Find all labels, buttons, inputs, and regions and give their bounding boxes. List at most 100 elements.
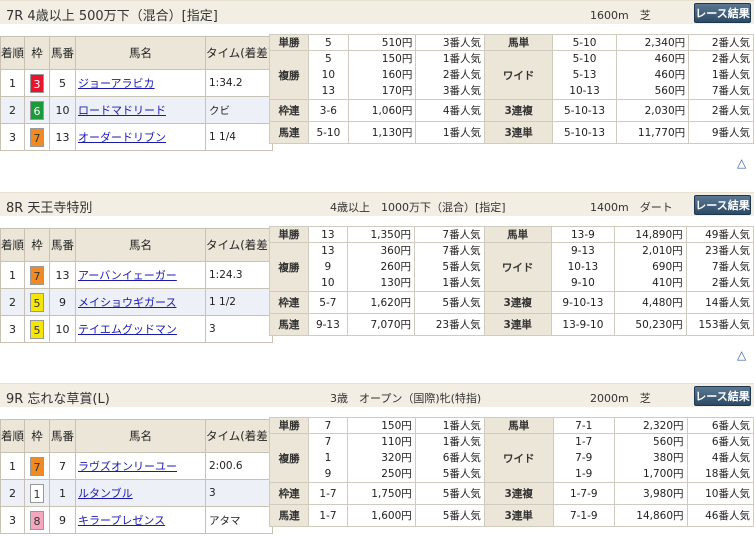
header-number: 馬番 — [49, 36, 76, 70]
trifecta-amount: 50,230円 — [614, 313, 687, 336]
place-popularity: 1番人気 — [442, 53, 482, 65]
quinella-number: 9-13 — [307, 313, 349, 336]
waku-badge: 1 — [30, 483, 44, 503]
page-top-arrow-icon[interactable]: △ — [737, 348, 746, 362]
waku-badge: 7 — [30, 265, 44, 285]
trio-popularity: 14番人気 — [685, 291, 754, 314]
race-results-button[interactable]: レース結果 — [694, 386, 751, 406]
horse-number: 1 — [49, 479, 76, 507]
horse-name-link[interactable]: テイエムグッドマン — [78, 323, 177, 336]
bracket-quinella-number: 1-7 — [308, 482, 348, 505]
finish-time: 1 1/2 — [204, 288, 274, 316]
trifecta-amount: 11,770円 — [615, 121, 690, 144]
race-section: 7R 4歳以上 500万下（混合）[指定] 1600m 芝 レース結果 着順 枠… — [0, 0, 754, 176]
place-popularity: 1番人気 — [442, 436, 481, 448]
wide-amount: 560円 — [652, 436, 684, 448]
finish-time: 1:24.3 — [204, 261, 274, 289]
horse-number: 5 — [49, 69, 76, 97]
waku-badge: 5 — [30, 292, 44, 312]
race-distance: 2000m 芝 — [590, 392, 651, 405]
wide-number: 10-13 — [567, 261, 599, 273]
race-header: 8R 天王寺特別 4歳以上 1000万下（混合）[指定] 1400m ダート レ… — [0, 192, 754, 216]
exacta-number: 13-9 — [550, 226, 616, 243]
finish-pos: 3 — [0, 123, 25, 151]
place-popularity: 5番人気 — [442, 468, 481, 480]
exacta-popularity: 6番人気 — [686, 417, 754, 434]
race-distance: 1600m 芝 — [590, 9, 651, 22]
quinella-popularity: 23番人気 — [414, 313, 485, 336]
place-number: 9 — [324, 261, 332, 273]
table-row: 2 5 9 メイショウギガース 1 1/2 — [0, 288, 274, 316]
quinella-amount: 1,130円 — [347, 121, 417, 144]
header-bracket: 枠 — [24, 419, 50, 453]
exacta-number: 7-1 — [552, 417, 615, 434]
horse-name-link[interactable]: アーバンイェーガー — [78, 269, 177, 282]
horse-name-link[interactable]: オーダードリブン — [78, 131, 166, 144]
wide-popularity: 18番人気 — [705, 468, 750, 480]
trifecta-amount: 14,860円 — [613, 504, 688, 527]
finish-time: 2:00.6 — [204, 452, 274, 480]
race-results-button[interactable]: レース結果 — [694, 195, 751, 215]
horse-number: 10 — [49, 96, 76, 124]
wide-popularity: 7番人気 — [711, 261, 750, 273]
trio-popularity: 2番人気 — [688, 99, 754, 122]
trifecta-number: 13-9-10 — [550, 313, 616, 336]
wide-amount: 2,010円 — [642, 245, 683, 257]
finish-time: 1:34.2 — [204, 69, 274, 97]
finish-pos: 3 — [0, 315, 25, 343]
finish-time: 3 — [204, 315, 274, 343]
finish-pos: 2 — [0, 479, 25, 507]
bracket-quinella-amount: 1,750円 — [346, 482, 416, 505]
horse-number: 13 — [49, 123, 76, 151]
page-top-arrow-icon[interactable]: △ — [737, 156, 746, 170]
place-amount: 110円 — [381, 436, 412, 448]
exacta-amount: 2,320円 — [613, 417, 688, 434]
wide-number: 1-7 — [575, 436, 593, 448]
quinella-number: 5-10 — [308, 121, 349, 144]
place-number: 10 — [321, 277, 335, 289]
place-amount: 130円 — [380, 277, 412, 289]
header-time: タイム(着差) — [204, 419, 274, 453]
race-name: 9R 忘れな草賞(L) — [6, 392, 110, 407]
trifecta-number: 7-1-9 — [552, 504, 615, 527]
race-results-button[interactable]: レース結果 — [694, 3, 751, 23]
header-finish: 着順 — [0, 419, 25, 453]
horse-name-link[interactable]: キラープレゼンス — [78, 514, 165, 527]
bracket-quinella-popularity: 5番人気 — [414, 482, 485, 505]
payout-table: 単勝 5 510円 3番人気 馬単 5-10 2,340円 2番人気 複勝 5 1… — [268, 34, 754, 144]
race-name: 7R 4歳以上 500万下（混合）[指定] — [6, 9, 218, 24]
place-number: 9 — [324, 468, 332, 480]
table-row: 3 8 9 キラープレゼンス アタマ — [0, 506, 274, 534]
place-number: 13 — [321, 245, 335, 257]
finish-table: 着順 枠 馬番 馬名 タイム(着差) 1 3 5 ジョーアラビカ 1:34.2 … — [0, 36, 274, 151]
win-amount: 1,350円 — [347, 226, 416, 243]
wide-popularity: 6番人気 — [711, 436, 750, 448]
horse-name-link[interactable]: ラヴズオンリーユー — [78, 460, 177, 473]
label-bracket-quinella: 枠連 — [268, 482, 310, 505]
wide-number: 5-10 — [572, 53, 597, 65]
wide-popularity: 4番人気 — [711, 452, 750, 464]
finish-table: 着順 枠 馬番 馬名 タイム(着差) 1 7 7 ラヴズオンリーユー 2:00.… — [0, 419, 274, 534]
wide-amount: 410円 — [652, 277, 683, 289]
header-horse: 馬名 — [75, 419, 206, 453]
place-popularity: 1番人気 — [442, 277, 481, 289]
trio-number: 5-10-13 — [552, 99, 617, 122]
horse-name-link[interactable]: ロードマドリード — [78, 104, 166, 117]
label-quinella: 馬連 — [268, 504, 310, 527]
wide-number: 7-9 — [575, 452, 593, 464]
horse-name-link[interactable]: ルタンブル — [78, 487, 133, 500]
header-time: タイム(着差) — [204, 36, 274, 70]
exacta-popularity: 49番人気 — [685, 226, 754, 243]
header-number: 馬番 — [49, 228, 76, 262]
waku-badge: 3 — [30, 73, 44, 93]
horse-name-link[interactable]: メイショウギガース — [78, 296, 176, 309]
horse-name-link[interactable]: ジョーアラビカ — [78, 77, 155, 90]
exacta-popularity: 2番人気 — [688, 34, 754, 51]
wide-popularity: 23番人気 — [705, 245, 750, 257]
quinella-amount: 1,600円 — [346, 504, 416, 527]
win-popularity: 3番人気 — [415, 34, 486, 51]
trio-amount: 2,030円 — [615, 99, 690, 122]
place-number: 7 — [324, 436, 332, 448]
place-amount: 160円 — [381, 69, 413, 81]
horse-number: 9 — [49, 288, 76, 316]
